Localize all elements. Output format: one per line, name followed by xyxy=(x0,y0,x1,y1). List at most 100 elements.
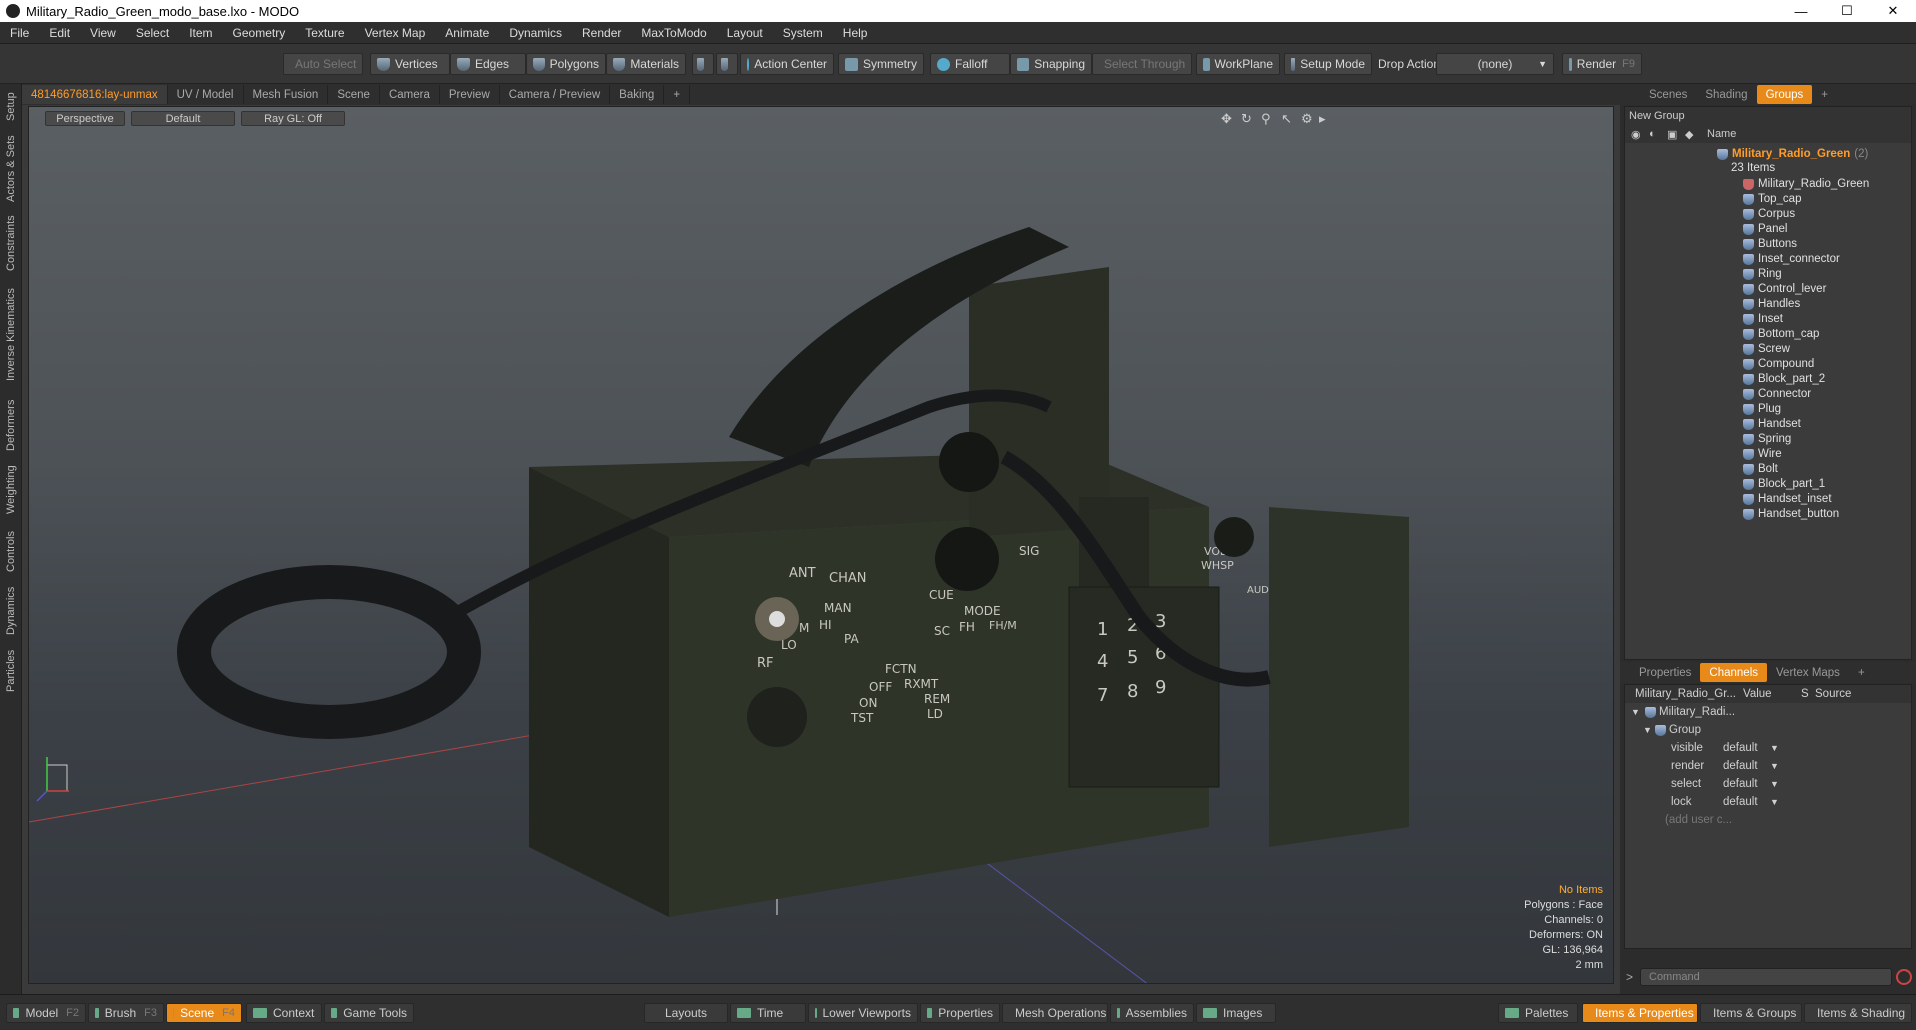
pivot-mode-button[interactable] xyxy=(716,53,738,75)
brush-layout-button[interactable]: Brush F3 xyxy=(88,1003,164,1023)
tab-preview[interactable]: Preview xyxy=(440,85,500,104)
symmetry-button[interactable]: Symmetry xyxy=(838,53,924,75)
eye-icon[interactable]: ◉ xyxy=(1631,128,1641,141)
menu-layout[interactable]: Layout xyxy=(717,26,773,40)
tab-camera[interactable]: Camera xyxy=(380,85,440,104)
action-center-button[interactable]: Action Center xyxy=(740,53,834,75)
assemblies-button[interactable]: Assemblies xyxy=(1110,1003,1194,1023)
3d-viewport[interactable]: Perspective Default Ray GL: Off 1 2 3 4 … xyxy=(28,106,1614,984)
setup-mode-button[interactable]: Setup Mode xyxy=(1284,53,1372,75)
channel-row-lock[interactable]: lock default ▼ xyxy=(1625,793,1911,811)
lock-icon[interactable]: ▣ xyxy=(1667,128,1677,141)
tab-properties[interactable]: Properties xyxy=(1630,663,1700,682)
context-layout-button[interactable]: Context xyxy=(246,1003,322,1023)
polygons-button[interactable]: Polygons xyxy=(526,53,606,75)
channel-row-select[interactable]: select default ▼ xyxy=(1625,775,1911,793)
render-button[interactable]: Render F9 xyxy=(1562,53,1642,75)
expand-arrow-icon[interactable]: ▼ xyxy=(1643,721,1652,739)
vertices-button[interactable]: Vertices xyxy=(370,53,450,75)
select-through-button[interactable]: Select Through xyxy=(1092,53,1192,75)
chevron-down-icon[interactable]: ▼ xyxy=(1770,757,1779,775)
channel-row-render[interactable]: render default ▼ xyxy=(1625,757,1911,775)
palettes-button[interactable]: Palettes xyxy=(1498,1003,1578,1023)
mesh-operations-button[interactable]: Mesh Operations xyxy=(1002,1003,1108,1023)
maximize-button[interactable]: ☐ xyxy=(1824,0,1870,22)
tab-mesh-fusion[interactable]: Mesh Fusion xyxy=(244,85,329,104)
menu-vertex-map[interactable]: Vertex Map xyxy=(355,26,436,40)
menu-texture[interactable]: Texture xyxy=(295,26,354,40)
tab-channels[interactable]: Channels xyxy=(1700,663,1768,682)
tab-scenes[interactable]: Scenes xyxy=(1640,85,1696,104)
menu-file[interactable]: File xyxy=(0,26,39,40)
minimize-button[interactable]: — xyxy=(1778,0,1824,22)
tab-controls[interactable]: Controls xyxy=(2,526,20,578)
tab-particles[interactable]: Particles xyxy=(2,644,20,698)
tab-scene[interactable]: Scene xyxy=(328,85,380,104)
add-tab-button[interactable]: + xyxy=(664,85,691,104)
render-toggle-icon[interactable]: ◐ xyxy=(1649,128,1656,140)
menu-dynamics[interactable]: Dynamics xyxy=(499,26,572,40)
tab-inverse-kinematics[interactable]: Inverse Kinematics xyxy=(2,280,20,390)
menu-geometry[interactable]: Geometry xyxy=(223,26,296,40)
materials-button[interactable]: Materials xyxy=(606,53,686,75)
tab-uv-model[interactable]: UV / Model xyxy=(168,85,244,104)
menu-animate[interactable]: Animate xyxy=(435,26,499,40)
close-button[interactable]: ✕ xyxy=(1870,0,1916,22)
menu-item[interactable]: Item xyxy=(179,26,222,40)
element-mode-button[interactable] xyxy=(692,53,714,75)
chevron-down-icon[interactable]: ▼ xyxy=(1770,739,1779,757)
tab-vertex-maps[interactable]: Vertex Maps xyxy=(1767,663,1849,682)
tab-constraints[interactable]: Constraints xyxy=(2,210,20,276)
mesh-icon xyxy=(1743,493,1754,505)
chevron-down-icon[interactable]: ▼ xyxy=(1770,793,1779,811)
select-toggle-icon[interactable]: ◆ xyxy=(1685,128,1693,141)
layouts-button[interactable]: Layouts xyxy=(644,1003,728,1023)
tab-actors-sets[interactable]: Actors & Sets xyxy=(2,132,20,206)
channels-item-row[interactable]: ▼ Military_Radi... xyxy=(1625,703,1911,721)
tab-lay-unmax[interactable]: 48146676816:lay-unmax xyxy=(22,85,168,104)
items-groups-button[interactable]: Items & Groups xyxy=(1700,1003,1802,1023)
properties-button[interactable]: Properties xyxy=(920,1003,1000,1023)
pivot-icon xyxy=(721,57,728,71)
add-user-channel[interactable]: (add user c... xyxy=(1625,811,1911,829)
time-button[interactable]: Time xyxy=(730,1003,806,1023)
auto-select-button[interactable]: Auto Select xyxy=(283,53,363,75)
drop-action-select[interactable]: (none) ▼ xyxy=(1436,53,1554,75)
group-item[interactable]: Handset_button xyxy=(1743,505,1839,523)
new-group-button[interactable]: New Group xyxy=(1625,107,1911,125)
channel-row-visible[interactable]: visible default ▼ xyxy=(1625,739,1911,757)
command-input[interactable]: Command xyxy=(1640,968,1892,986)
tab-baking[interactable]: Baking xyxy=(610,85,665,104)
menu-help[interactable]: Help xyxy=(833,26,878,40)
lower-viewports-button[interactable]: Lower Viewports xyxy=(808,1003,918,1023)
tab-shading[interactable]: Shading xyxy=(1696,85,1756,104)
tab-weighting[interactable]: Weighting xyxy=(2,460,20,520)
menu-edit[interactable]: Edit xyxy=(39,26,80,40)
edges-button[interactable]: Edges xyxy=(450,53,526,75)
tab-groups[interactable]: Groups xyxy=(1756,85,1813,104)
images-button[interactable]: Images xyxy=(1196,1003,1276,1023)
expand-arrow-icon[interactable]: ▼ xyxy=(1631,703,1640,721)
items-shading-button[interactable]: Items & Shading xyxy=(1804,1003,1912,1023)
menu-system[interactable]: System xyxy=(773,26,833,40)
items-properties-button[interactable]: Items & Properties xyxy=(1582,1003,1698,1023)
snapping-button[interactable]: Snapping xyxy=(1010,53,1092,75)
tab-camera-preview[interactable]: Camera / Preview xyxy=(500,85,611,104)
scene-layout-button[interactable]: Scene F4 xyxy=(166,1003,242,1023)
channels-group-row[interactable]: ▼ Group xyxy=(1625,721,1911,739)
tab-dynamics[interactable]: Dynamics xyxy=(2,582,20,640)
game-tools-layout-button[interactable]: Game Tools xyxy=(324,1003,414,1023)
add-scene-tab-button[interactable]: + xyxy=(1812,85,1837,104)
tab-deformers[interactable]: Deformers xyxy=(2,396,20,454)
add-props-tab-button[interactable]: + xyxy=(1849,663,1874,682)
workplane-button[interactable]: WorkPlane xyxy=(1196,53,1280,75)
model-layout-button[interactable]: Model F2 xyxy=(6,1003,86,1023)
record-icon[interactable] xyxy=(1896,969,1912,985)
falloff-button[interactable]: Falloff xyxy=(930,53,1010,75)
menu-select[interactable]: Select xyxy=(126,26,179,40)
tab-setup[interactable]: Setup xyxy=(2,88,20,126)
menu-maxtomodo[interactable]: MaxToModo xyxy=(631,26,716,40)
menu-render[interactable]: Render xyxy=(572,26,631,40)
chevron-down-icon[interactable]: ▼ xyxy=(1770,775,1779,793)
menu-view[interactable]: View xyxy=(80,26,126,40)
